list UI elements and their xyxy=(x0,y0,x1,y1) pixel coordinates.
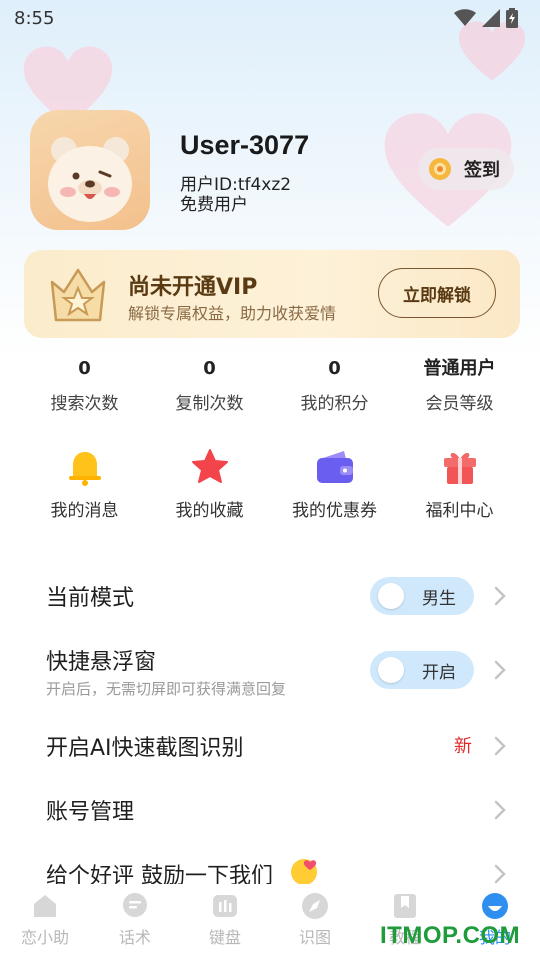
battery-icon xyxy=(506,8,518,28)
tab-label: 话术 xyxy=(118,928,151,947)
shortcut-label: 我的收藏 xyxy=(175,501,244,521)
house-icon xyxy=(31,892,59,920)
setting-current-mode[interactable]: 当前模式 男生 xyxy=(46,566,506,626)
status-icons xyxy=(454,8,518,28)
checkin-button[interactable]: 签到 xyxy=(418,148,514,190)
stat-value: 0 xyxy=(203,358,216,379)
vip-title: 尚未开通VIP xyxy=(128,275,258,300)
setting-label: 账号管理 xyxy=(46,800,135,825)
vip-subtitle: 解锁专属权益，助力收获爱情 xyxy=(128,304,337,323)
tab-home[interactable]: 恋小助 xyxy=(0,884,90,960)
chevron-right-icon xyxy=(494,586,506,606)
star-icon xyxy=(187,444,233,490)
toggle-text: 开启 xyxy=(422,662,456,683)
tab-label: 识图 xyxy=(298,928,331,947)
chevron-right-icon xyxy=(494,736,506,756)
tab-phrases[interactable]: 话术 xyxy=(90,884,180,960)
coin-icon xyxy=(429,158,451,180)
setting-account-management[interactable]: 账号管理 xyxy=(46,778,506,838)
setting-label: 当前模式 xyxy=(46,586,135,611)
setting-ai-screenshot[interactable]: 开启AI快速截图识别 新 xyxy=(46,714,506,774)
heart-face-emoji-icon xyxy=(291,859,317,884)
shortcut-welfare[interactable]: 福利中心 xyxy=(397,444,522,521)
vip-crown-icon xyxy=(50,268,106,322)
compass-icon xyxy=(301,892,329,920)
bell-icon xyxy=(62,444,108,490)
chevron-right-icon xyxy=(494,864,506,884)
shortcut-coupons[interactable]: 我的优惠券 xyxy=(272,444,397,521)
stat-value: 0 xyxy=(78,358,91,379)
stat-label: 复制次数 xyxy=(175,394,244,414)
stat-label: 我的积分 xyxy=(300,394,369,414)
shortcuts-row: 我的消息 我的收藏 我的优惠券 福利中心 xyxy=(0,444,540,521)
wifi-icon xyxy=(454,9,476,26)
status-bar: 8:55 xyxy=(0,0,540,36)
checkin-label: 签到 xyxy=(464,160,500,181)
unlock-vip-button[interactable]: 立即解锁 xyxy=(378,268,496,318)
stat-value: 0 xyxy=(328,358,341,379)
chevron-right-icon xyxy=(494,800,506,820)
toggle-text: 男生 xyxy=(422,588,456,609)
gift-icon xyxy=(437,444,483,490)
bookmark-icon xyxy=(391,892,419,920)
stats-row: 0 搜索次数 0 复制次数 0 我的积分 普通用户 会员等级 xyxy=(0,355,540,414)
stat-search-count[interactable]: 0 搜索次数 xyxy=(22,355,147,414)
shortcut-label: 福利中心 xyxy=(425,501,494,521)
bear-avatar-icon xyxy=(48,137,132,222)
wallet-icon xyxy=(312,444,358,490)
setting-description: 开启后，无需切屏即可获得满意回复 xyxy=(46,680,287,698)
shortcut-favorites[interactable]: 我的收藏 xyxy=(147,444,272,521)
stat-copy-count[interactable]: 0 复制次数 xyxy=(147,355,272,414)
tab-keyboard[interactable]: 键盘 xyxy=(180,884,270,960)
setting-label: 给个好评 鼓励一下我们 xyxy=(46,864,273,884)
shortcut-messages[interactable]: 我的消息 xyxy=(22,444,147,521)
setting-rate-us[interactable]: 给个好评 鼓励一下我们 xyxy=(46,842,506,884)
stat-label: 会员等级 xyxy=(425,394,494,414)
floating-window-toggle[interactable]: 开启 xyxy=(370,651,474,689)
toggle-knob xyxy=(378,583,404,609)
stat-member-level[interactable]: 普通用户 会员等级 xyxy=(397,355,522,414)
mode-toggle[interactable]: 男生 xyxy=(370,577,474,615)
chevron-right-icon xyxy=(494,660,506,680)
setting-label: 开启AI快速截图识别 xyxy=(46,736,244,761)
username: User-3077 xyxy=(180,130,310,160)
shortcut-label: 我的消息 xyxy=(50,501,119,521)
stat-value: 普通用户 xyxy=(423,358,496,379)
tab-label: 恋小助 xyxy=(20,928,69,947)
stat-points[interactable]: 0 我的积分 xyxy=(272,355,397,414)
watermark: ITMOP.COM xyxy=(380,922,521,949)
setting-floating-window[interactable]: 快捷悬浮窗 开启后，无需切屏即可获得满意回复 开启 xyxy=(46,640,506,704)
user-type: 免费用户 xyxy=(180,195,248,215)
chat-icon xyxy=(121,892,149,920)
stat-label: 搜索次数 xyxy=(50,394,119,414)
toggle-knob xyxy=(378,657,404,683)
tab-label: 键盘 xyxy=(208,928,241,947)
vip-banner[interactable]: 尚未开通VIP 解锁专属权益，助力收获爱情 立即解锁 xyxy=(24,250,520,338)
cellular-signal-icon xyxy=(482,9,500,27)
status-time: 8:55 xyxy=(14,7,55,29)
new-badge: 新 xyxy=(454,736,472,757)
avatar[interactable] xyxy=(30,110,150,230)
profile-icon xyxy=(481,892,509,920)
shortcut-label: 我的优惠券 xyxy=(292,501,377,521)
setting-label: 快捷悬浮窗 xyxy=(46,650,157,675)
keyboard-icon xyxy=(211,892,239,920)
tab-image-recognition[interactable]: 识图 xyxy=(270,884,360,960)
